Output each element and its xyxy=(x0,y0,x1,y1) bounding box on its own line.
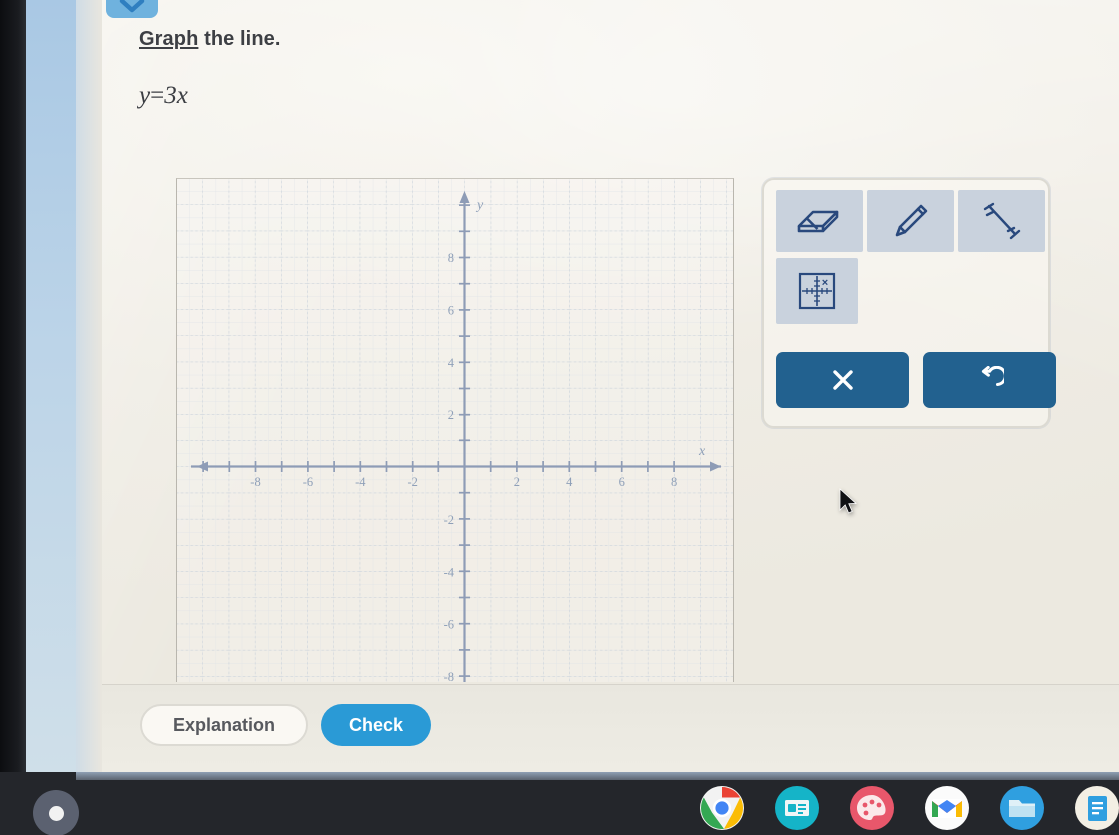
docs-icon[interactable] xyxy=(1075,786,1119,830)
gmail-glyph xyxy=(932,799,962,818)
os-taskbar xyxy=(0,772,1119,835)
x-axis-label: x xyxy=(698,444,706,459)
pencil-icon xyxy=(895,204,927,237)
x-tick-label: 8 xyxy=(671,475,677,489)
equation: y=3x xyxy=(139,82,188,110)
check-button[interactable]: Check xyxy=(321,704,431,746)
x-tick-label: -6 xyxy=(303,475,313,489)
coordinate-plane[interactable]: -8 -6 -4 -2 2 4 6 8 8 6 4 2 -2 -4 -6 -8 … xyxy=(176,178,734,682)
prompt-rest: the line. xyxy=(198,28,281,50)
action-bar: Explanation Check xyxy=(102,684,1119,772)
rail-edge xyxy=(76,0,102,772)
x-tick-label: -8 xyxy=(250,475,260,489)
classroom-glyph xyxy=(785,800,809,816)
x-tick-label: -4 xyxy=(355,475,366,489)
equation-rhs-text: 3x xyxy=(164,82,188,109)
gmail-icon[interactable] xyxy=(925,786,969,830)
y-axis-label: y xyxy=(475,198,484,213)
eraser-tool[interactable] xyxy=(776,190,863,252)
close-icon xyxy=(832,370,853,390)
y-tick-label: 8 xyxy=(448,251,454,265)
left-app-rail xyxy=(26,0,76,772)
y-tick-label: 4 xyxy=(448,356,455,370)
photographed-screen: Graph the line. y=3x -8 -6 -4 -2 2 4 6 8… xyxy=(0,0,1119,835)
drawing-toolbar: × xyxy=(762,178,1056,428)
launcher-button[interactable] xyxy=(33,790,79,835)
equation-equals: = xyxy=(150,82,165,109)
clear-button[interactable] xyxy=(776,352,909,408)
toolbar-buttons xyxy=(776,352,1056,408)
y-tick-label: 2 xyxy=(448,408,454,422)
explanation-button[interactable]: Explanation xyxy=(140,704,308,746)
coordinate-grid-icon: × xyxy=(798,272,836,310)
files-glyph xyxy=(1009,800,1035,817)
chevron-down-icon xyxy=(119,0,145,13)
chrome-icon[interactable] xyxy=(700,786,744,830)
x-tick-label: -2 xyxy=(407,475,417,489)
shelf-top-edge xyxy=(76,772,1119,780)
x-tick-label: 2 xyxy=(514,475,520,489)
x-tick-label: 4 xyxy=(566,475,573,489)
eraser-icon xyxy=(797,210,838,233)
svg-text:×: × xyxy=(822,277,828,289)
docs-glyph xyxy=(1088,796,1107,821)
classroom-icon[interactable] xyxy=(775,786,819,830)
device-bezel xyxy=(0,0,26,835)
ray-tool[interactable] xyxy=(958,190,1045,252)
graph-tool[interactable]: × xyxy=(776,258,858,324)
palette-glyph xyxy=(857,795,886,820)
y-tick-label: -6 xyxy=(444,618,454,632)
files-icon[interactable] xyxy=(1000,786,1044,830)
prompt-keyword: Graph xyxy=(139,28,199,50)
undo-button[interactable] xyxy=(923,352,1056,408)
x-tick-label: 6 xyxy=(619,475,625,489)
graph-svg[interactable]: -8 -6 -4 -2 2 4 6 8 8 6 4 2 -2 -4 -6 -8 … xyxy=(177,179,734,682)
equation-rhs: 3x xyxy=(164,82,188,109)
chrome-glyph xyxy=(700,787,744,829)
tool-row-primary xyxy=(776,190,1045,252)
line-ray-icon xyxy=(983,202,1020,240)
equation-variable-y: y xyxy=(139,82,151,109)
shelf-icon-list xyxy=(700,786,1119,830)
palette-icon[interactable] xyxy=(850,786,894,830)
browser-page: Graph the line. y=3x -8 -6 -4 -2 2 4 6 8… xyxy=(26,0,1119,772)
collapse-panel-button[interactable] xyxy=(106,0,158,18)
pencil-tool[interactable] xyxy=(867,190,954,252)
cursor-arrow-icon xyxy=(839,488,857,514)
tool-row-secondary: × xyxy=(776,258,858,324)
undo-icon xyxy=(981,366,1004,386)
y-tick-label: -4 xyxy=(444,565,455,579)
y-tick-label: -2 xyxy=(444,513,454,527)
y-tick-label: 6 xyxy=(448,303,454,317)
mouse-pointer xyxy=(838,488,860,518)
page-title: Graph the line. xyxy=(139,28,281,51)
y-tick-label: -8 xyxy=(444,670,454,682)
